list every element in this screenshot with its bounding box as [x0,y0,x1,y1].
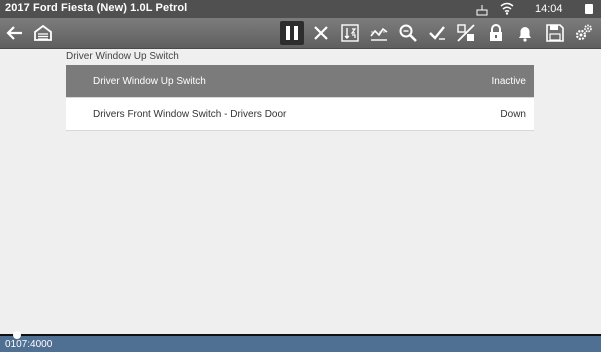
pause-icon[interactable] [280,21,304,45]
keyboard-icon [476,3,488,16]
toolbar [0,18,601,49]
list-item-value: Inactive [491,76,526,87]
wifi-icon [500,2,514,15]
timeline-timestamp: 0107:4000 [5,339,53,350]
back-arrow-icon[interactable] [3,21,27,45]
list-item-value: Down [500,109,526,120]
section-title: Driver Window Up Switch [66,51,179,62]
lock-icon[interactable] [484,21,508,45]
list-item-name: Driver Window Up Switch [93,76,206,87]
timeline-scrub-handle[interactable] [13,331,21,339]
sort-icon[interactable] [338,21,362,45]
percent-icon[interactable] [454,21,478,45]
status-bar: 2017 Ford Fiesta (New) 1.0L Petrol 14:04 [0,0,601,18]
bell-icon[interactable] [513,21,537,45]
data-list: Driver Window Up Switch Inactive Drivers… [66,65,534,131]
timeline-bar[interactable]: 0107:4000 [0,331,601,352]
check-icon[interactable] [425,21,449,45]
clock: 14:04 [535,3,563,15]
list-item[interactable]: Drivers Front Window Switch - Drivers Do… [66,98,534,131]
vehicle-title: 2017 Ford Fiesta (New) 1.0L Petrol [5,2,188,14]
close-icon[interactable] [309,21,333,45]
save-icon[interactable] [543,21,567,45]
list-item-selected[interactable]: Driver Window Up Switch Inactive [66,65,534,98]
zoom-icon[interactable] [396,21,420,45]
battery-icon [585,4,593,14]
graph-icon[interactable] [367,21,391,45]
garage-home-icon[interactable] [31,21,55,45]
list-item-name: Drivers Front Window Switch - Drivers Do… [93,109,287,120]
settings-icon[interactable] [572,21,596,45]
